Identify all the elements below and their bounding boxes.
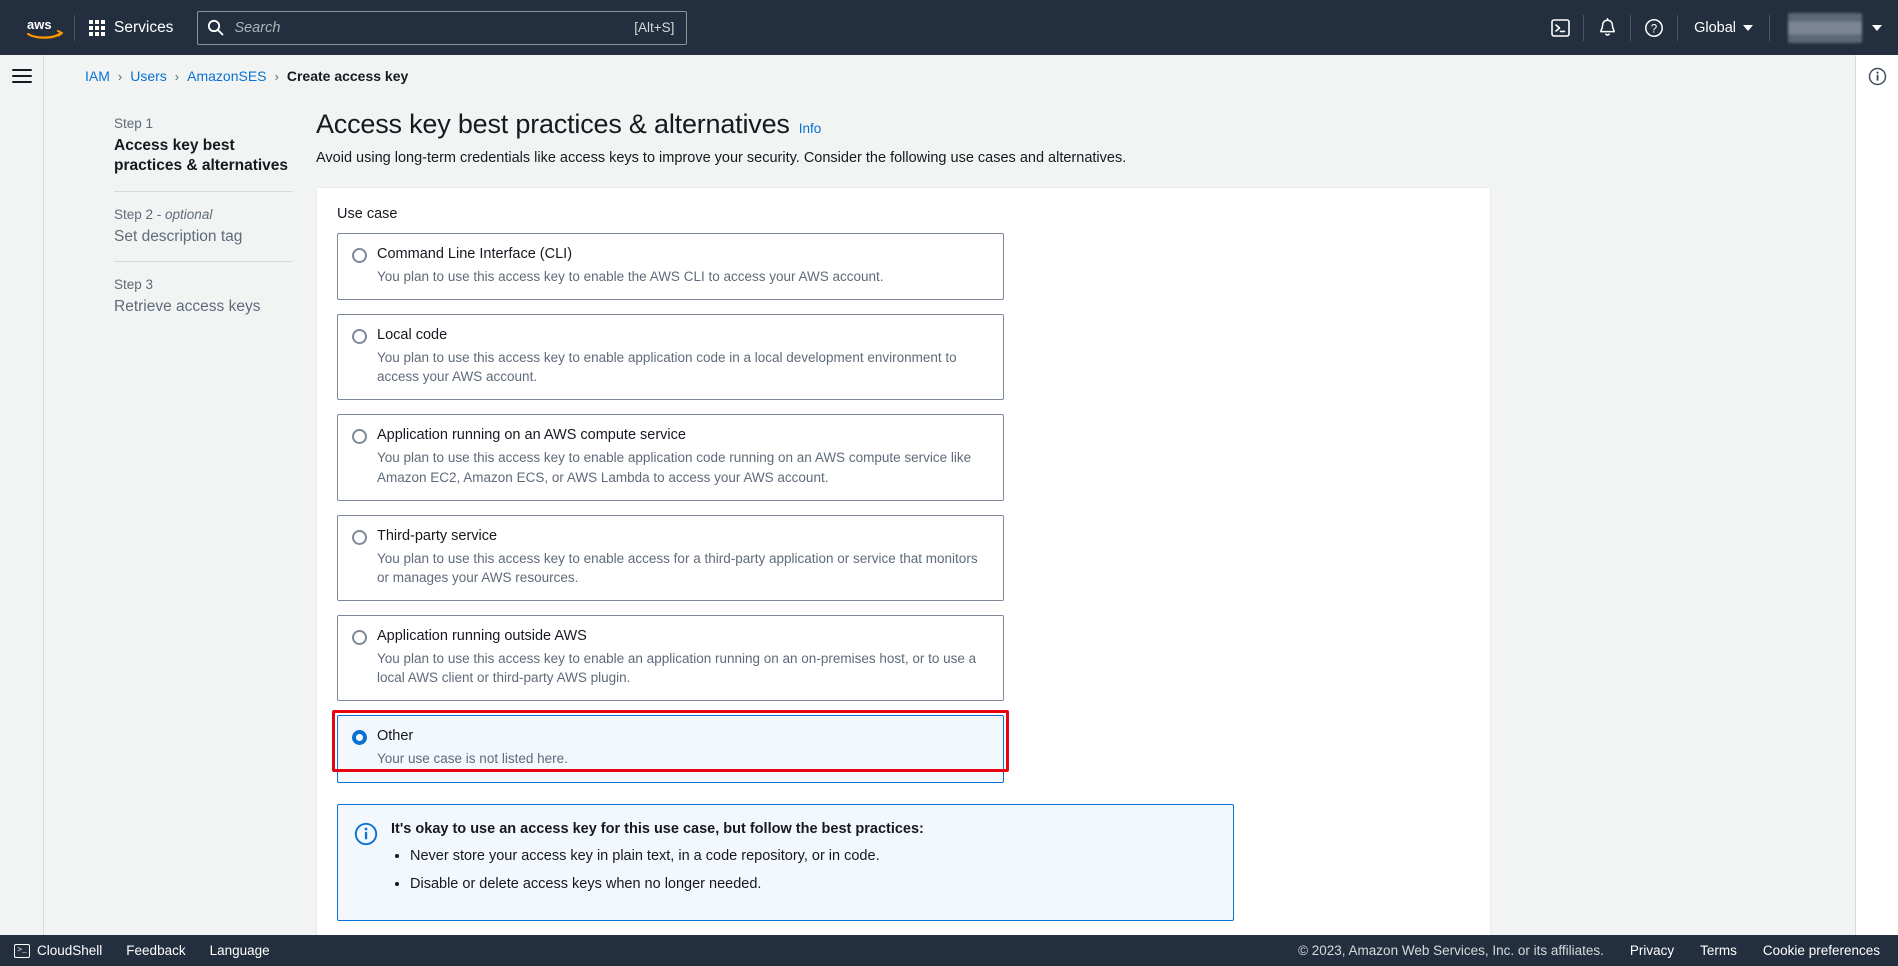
account-name-redacted	[1788, 12, 1862, 43]
wizard-step-3[interactable]: Step 3 Retrieve access keys	[114, 261, 293, 331]
wizard-step-1-title: Access key best practices & alternatives	[114, 137, 289, 175]
radio-option-outside-aws-description: You plan to use this access key to enabl…	[377, 651, 977, 686]
radio-option-other[interactable]: Other Your use case is not listed here.	[337, 715, 1004, 783]
page-body: IAM › Users › AmazonSES › Create access …	[0, 55, 1898, 966]
breadcrumb-separator-icon: ›	[274, 68, 279, 84]
search-icon	[198, 19, 232, 36]
radio-option-third-party-description: You plan to use this access key to enabl…	[377, 550, 978, 585]
radio-option-local-code[interactable]: Local code You plan to use this access k…	[337, 314, 1004, 401]
breadcrumb-item-iam[interactable]: IAM	[85, 68, 110, 84]
radio-option-third-party-label: Third-party service	[377, 527, 498, 544]
hamburger-menu-icon[interactable]	[11, 69, 32, 966]
radio-option-other-label: Other	[377, 728, 414, 745]
radio-option-local-code-description: You plan to use this access key to enabl…	[377, 350, 957, 385]
wizard-step-2[interactable]: Step 2 - optional Set description tag	[114, 190, 293, 261]
footer-cloudshell-label: CloudShell	[37, 943, 103, 958]
wizard-step-1[interactable]: Step 1 Access key best practices & alter…	[114, 116, 293, 191]
radio-button-icon[interactable]	[352, 730, 367, 746]
footer-privacy-link[interactable]: Privacy	[1630, 943, 1674, 958]
radio-option-aws-compute-label: Application running on an AWS compute se…	[377, 427, 686, 444]
wizard-step-2-title: Set description tag	[114, 227, 243, 245]
notifications-bell-icon[interactable]	[1584, 0, 1630, 55]
region-label: Global	[1694, 19, 1736, 36]
radio-option-aws-compute[interactable]: Application running on an AWS compute se…	[337, 414, 1004, 501]
page-title-row: Access key best practices & alternatives…	[316, 109, 1526, 140]
page-title: Access key best practices & alternatives	[316, 109, 790, 139]
page-description: Avoid using long-term credentials like a…	[316, 150, 1127, 166]
use-case-card: Use case Command Line Interface (CLI) Yo…	[316, 187, 1491, 942]
wizard-step-1-number: Step 1	[114, 116, 154, 131]
footer-copyright: © 2023, Amazon Web Services, Inc. or its…	[1298, 943, 1604, 958]
wizard-steps-sidebar: Step 1 Access key best practices & alter…	[73, 89, 311, 942]
wizard-layout: Step 1 Access key best practices & alter…	[45, 89, 1854, 942]
radio-option-outside-aws-label: Application running outside AWS	[377, 628, 587, 645]
footer-cookie-preferences-link[interactable]: Cookie preferences	[1763, 943, 1880, 958]
global-search-box[interactable]: [Alt+S]	[197, 10, 688, 45]
radio-option-third-party[interactable]: Third-party service You plan to use this…	[337, 514, 1004, 602]
services-menu-button[interactable]: Services	[75, 0, 187, 55]
alert-bullet-item: Disable or delete access keys when no lo…	[410, 876, 924, 892]
footer-right-group: © 2023, Amazon Web Services, Inc. or its…	[1298, 943, 1898, 958]
highlighted-option-wrapper: Other Your use case is not listed here.	[332, 710, 1014, 783]
radio-option-cli-label: Command Line Interface (CLI)	[377, 246, 573, 262]
radio-button-icon[interactable]	[352, 529, 367, 545]
info-circle-icon	[354, 822, 378, 904]
footer-bar: >_ CloudShell Feedback Language © 2023, …	[0, 935, 1898, 966]
svg-text:?: ?	[1651, 23, 1657, 35]
breadcrumb-separator-icon: ›	[174, 68, 180, 84]
wizard-step-2-number: Step 2 - optional	[114, 206, 213, 222]
main-content-area: IAM › Users › AmazonSES › Create access …	[45, 55, 1854, 966]
cloudshell-icon: >_	[14, 943, 30, 958]
aws-logo-icon: aws	[27, 17, 63, 39]
radio-button-icon[interactable]	[352, 429, 367, 445]
cloudshell-icon[interactable]	[1537, 0, 1583, 55]
breadcrumb-item-amazonses[interactable]: AmazonSES	[187, 68, 266, 84]
radio-option-outside-aws[interactable]: Application running outside AWS You plan…	[337, 615, 1004, 702]
side-navigation-rail	[0, 55, 44, 966]
services-label: Services	[114, 18, 174, 36]
footer-feedback-link[interactable]: Feedback	[126, 943, 185, 958]
page-title-info-link[interactable]: Info	[799, 121, 822, 136]
breadcrumb-separator-icon: ›	[117, 68, 123, 84]
help-question-icon[interactable]: ?	[1631, 0, 1677, 55]
radio-option-cli[interactable]: Command Line Interface (CLI) You plan to…	[337, 233, 1004, 301]
svg-text:aws: aws	[27, 17, 52, 32]
radio-button-icon[interactable]	[352, 329, 367, 345]
topbar-right-cluster: ? Global	[1537, 0, 1898, 55]
footer-terms-link[interactable]: Terms	[1700, 943, 1737, 958]
account-menu-button[interactable]	[1770, 12, 1898, 43]
grid-icon	[89, 19, 105, 36]
wizard-step-3-number: Step 3	[114, 277, 154, 293]
alert-bullet-item: Never store your access key in plain tex…	[410, 848, 924, 864]
help-panel-rail	[1855, 55, 1898, 966]
footer-language-link[interactable]: Language	[210, 943, 270, 958]
chevron-down-icon	[1743, 24, 1753, 31]
breadcrumb-item-create-access-key: Create access key	[286, 68, 409, 84]
radio-option-other-description: Your use case is not listed here.	[377, 751, 568, 767]
top-navigation-bar: aws Services [Alt+S]	[0, 0, 1898, 55]
footer-cloudshell-button[interactable]: >_ CloudShell	[14, 943, 102, 958]
use-case-field-label: Use case	[337, 206, 398, 222]
radio-option-aws-compute-description: You plan to use this access key to enabl…	[377, 450, 972, 485]
search-input[interactable]	[232, 18, 635, 37]
chevron-down-icon	[1872, 24, 1882, 31]
breadcrumb: IAM › Users › AmazonSES › Create access …	[45, 55, 1854, 89]
alert-bullet-list: Never store your access key in plain tex…	[391, 848, 924, 892]
search-shortcut-hint: [Alt+S]	[634, 20, 675, 35]
radio-option-cli-description: You plan to use this access key to enabl…	[377, 269, 884, 284]
wizard-step-3-title: Retrieve access keys	[114, 298, 261, 316]
alert-title: It's okay to use an access key for this …	[391, 820, 924, 837]
wizard-main-column: Access key best practices & alternatives…	[311, 89, 1526, 942]
alert-body: It's okay to use an access key for this …	[391, 821, 924, 904]
radio-option-local-code-label: Local code	[377, 327, 448, 344]
best-practices-alert: It's okay to use an access key for this …	[337, 803, 1234, 921]
radio-button-icon[interactable]	[352, 630, 367, 646]
breadcrumb-item-users[interactable]: Users	[130, 68, 167, 84]
info-circle-icon[interactable]	[1868, 67, 1887, 966]
aws-logo[interactable]: aws	[16, 16, 74, 40]
region-selector-button[interactable]: Global	[1678, 20, 1769, 36]
radio-button-icon[interactable]	[352, 248, 367, 263]
footer-left-group: >_ CloudShell Feedback Language	[0, 943, 270, 958]
